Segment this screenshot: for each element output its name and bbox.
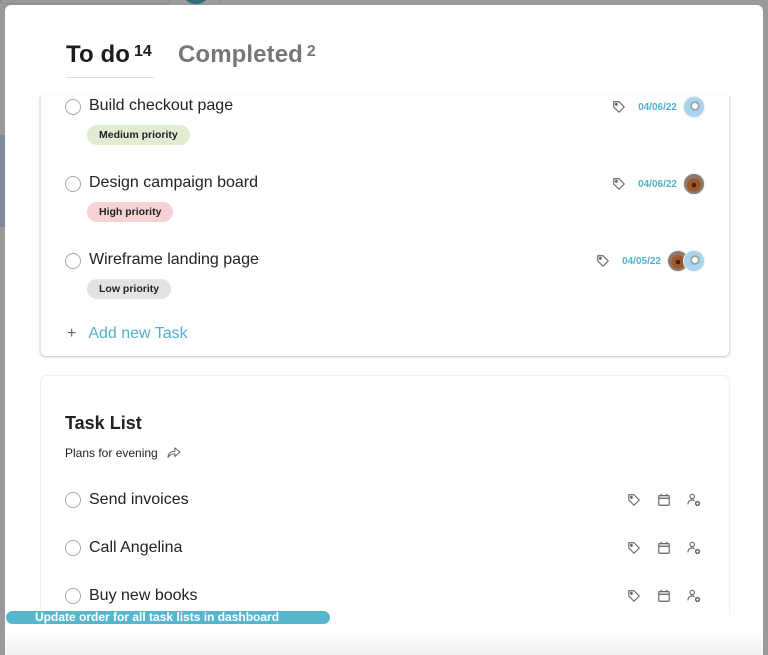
add-user-icon[interactable] (687, 493, 701, 507)
task-actions (627, 589, 701, 603)
task-list-card: Task List Plans for evening Send invoice… (40, 375, 730, 615)
task-title[interactable]: Build checkout page (89, 97, 233, 115)
task-checkbox[interactable] (65, 588, 81, 604)
due-date[interactable]: 04/06/22 (638, 102, 677, 113)
tab-label: Completed (178, 41, 303, 68)
task-checkbox[interactable] (65, 176, 81, 192)
add-task-label: Add new Task (88, 325, 188, 342)
task-actions (627, 541, 701, 555)
todo-task-card: Build checkout page Medium priority 04/0… (40, 96, 730, 356)
task-checkbox[interactable] (65, 99, 81, 115)
task-modal: To do 14 Completed 2 Build checkout page… (5, 5, 763, 655)
priority-badge: Low priority (87, 279, 172, 299)
tab-todo[interactable]: To do 14 (66, 41, 154, 78)
task-title[interactable]: Buy new books (89, 587, 198, 605)
assignee-avatar[interactable] (683, 96, 705, 118)
calendar-icon[interactable] (657, 493, 671, 507)
background-search-pill (0, 0, 170, 4)
plus-icon: + (67, 325, 77, 342)
toast-notification: Update order for all task lists in dashb… (6, 611, 330, 624)
background-divider (220, 0, 221, 4)
add-user-icon[interactable] (687, 589, 701, 603)
share-icon[interactable] (167, 447, 181, 459)
due-date[interactable]: 04/05/22 (622, 256, 661, 267)
task-title[interactable]: Design campaign board (89, 174, 258, 192)
tag-icon[interactable] (627, 541, 641, 555)
task-list-item: Call Angelina (41, 535, 729, 563)
calendar-icon[interactable] (657, 589, 671, 603)
assignee-avatar[interactable] (683, 173, 705, 195)
task-title[interactable]: Wireframe landing page (89, 251, 259, 269)
task-checkbox[interactable] (65, 540, 81, 556)
due-date[interactable]: 04/06/22 (638, 179, 677, 190)
task-item: Build checkout page Medium priority 04/0… (41, 96, 729, 156)
add-task-button[interactable]: + Add new Task (67, 325, 188, 343)
task-meta: 04/06/22 (612, 173, 705, 195)
assignee-avatar[interactable] (683, 250, 705, 272)
task-checkbox[interactable] (65, 253, 81, 269)
task-meta: 04/05/22 (596, 250, 705, 272)
calendar-icon[interactable] (657, 541, 671, 555)
tag-icon[interactable] (596, 254, 610, 268)
task-list-title: Task List (65, 413, 142, 433)
task-item: Wireframe landing page Low priority 04/0… (41, 250, 729, 310)
tab-label: To do (66, 41, 131, 68)
task-list-description: Plans for evening (65, 446, 158, 460)
priority-badge: High priority (87, 202, 174, 222)
tab-completed[interactable]: Completed 2 (178, 41, 316, 69)
tag-icon[interactable] (612, 177, 626, 191)
tag-icon[interactable] (627, 589, 641, 603)
task-item: Design campaign board High priority 04/0… (41, 173, 729, 233)
task-actions (627, 493, 701, 507)
task-meta: 04/06/22 (612, 96, 705, 118)
add-user-icon[interactable] (687, 541, 701, 555)
background-avatar (181, 0, 211, 4)
task-title[interactable]: Call Angelina (89, 539, 182, 557)
tab-count: 14 (134, 43, 152, 60)
task-title[interactable]: Send invoices (89, 491, 189, 509)
task-checkbox[interactable] (65, 492, 81, 508)
task-list-item: Buy new books (41, 583, 729, 611)
task-list-item: Send invoices (41, 487, 729, 515)
tag-icon[interactable] (612, 100, 626, 114)
priority-badge: Medium priority (87, 125, 190, 145)
tabs: To do 14 Completed 2 (66, 41, 316, 78)
task-list-subtitle: Plans for evening (65, 446, 181, 460)
bottom-fade (5, 630, 763, 655)
tag-icon[interactable] (627, 493, 641, 507)
tab-count: 2 (306, 43, 316, 60)
